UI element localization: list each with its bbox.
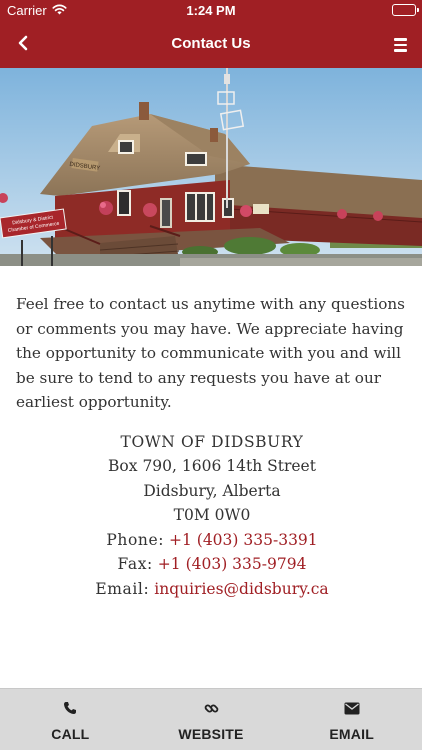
contact-content: Feel free to contact us anytime with any… bbox=[16, 292, 408, 601]
email-tab[interactable]: EMAIL bbox=[281, 689, 422, 750]
link-icon bbox=[204, 700, 219, 716]
phone-label: Phone: bbox=[106, 530, 165, 549]
fax-link[interactable]: +1 (403) 335-9794 bbox=[158, 555, 307, 573]
call-tab[interactable]: CALL bbox=[0, 689, 141, 750]
hamburger-line bbox=[393, 49, 407, 52]
intro-text: Feel free to contact us anytime with any… bbox=[16, 295, 405, 412]
envelope-icon bbox=[344, 700, 360, 716]
postal-code: T0M 0W0 bbox=[173, 506, 251, 525]
website-tab[interactable]: WEBSITE bbox=[141, 689, 282, 750]
station-photo: DIDSBURY Didsbury & District Chamber of … bbox=[0, 68, 422, 266]
status-time: 1:24 PM bbox=[186, 3, 236, 18]
phone-link[interactable]: +1 (403) 335-3391 bbox=[169, 531, 318, 549]
fax-label: Fax: bbox=[117, 555, 153, 574]
phone-row: Phone: +1 (403) 335-3391 bbox=[16, 528, 408, 553]
page-title: Contact Us bbox=[171, 35, 251, 52]
fax-row: Fax: +1 (403) 335-9794 bbox=[16, 552, 408, 577]
call-tab-label: CALL bbox=[51, 726, 90, 742]
status-right bbox=[392, 4, 419, 16]
email-row: Email: inquiries@didsbury.ca bbox=[16, 577, 408, 602]
address-line2: Didsbury, Alberta bbox=[143, 481, 281, 500]
menu-button[interactable] bbox=[388, 33, 412, 57]
email-tab-label: EMAIL bbox=[329, 726, 374, 742]
battery-icon bbox=[392, 4, 419, 16]
organization-name: TOWN OF DIDSBURY bbox=[120, 432, 304, 451]
hamburger-menu-icon bbox=[393, 38, 407, 41]
hamburger-line bbox=[393, 43, 407, 47]
address-block: TOWN OF DIDSBURY Box 790, 1606 14th Stre… bbox=[16, 430, 408, 602]
phone-icon bbox=[63, 700, 77, 716]
status-bar: Carrier 1:24 PM bbox=[0, 0, 422, 22]
bottom-tab-bar: CALL WEBSITE EMAIL bbox=[0, 688, 422, 750]
nav-bar: Contact Us bbox=[0, 22, 422, 68]
email-label: Email: bbox=[95, 579, 150, 598]
hero-image: DIDSBURY Didsbury & District Chamber of … bbox=[0, 68, 422, 266]
website-tab-label: WEBSITE bbox=[178, 726, 244, 742]
address-line1: Box 790, 1606 14th Street bbox=[108, 457, 316, 476]
email-link[interactable]: inquiries@didsbury.ca bbox=[154, 580, 328, 598]
